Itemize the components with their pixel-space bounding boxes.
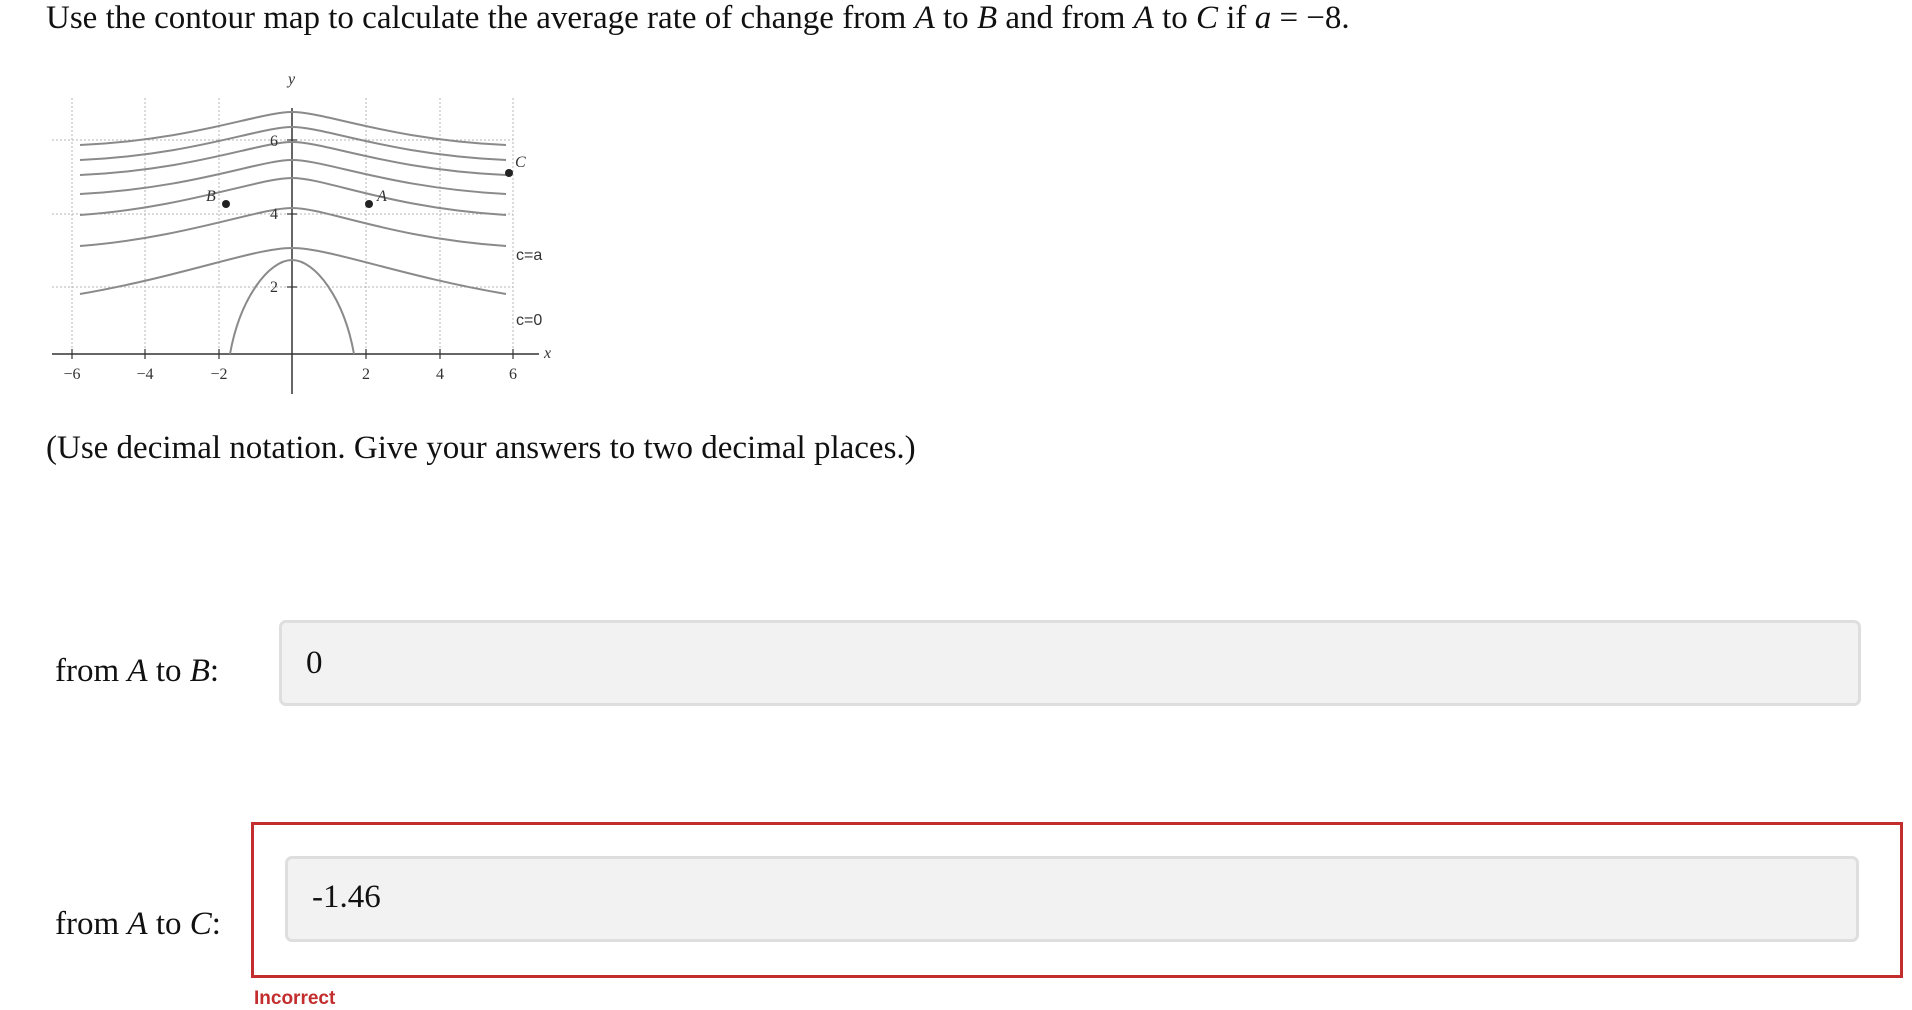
- answer-label-a-to-b: from A to B:: [55, 653, 220, 689]
- contour-curve-2: [79, 125, 507, 161]
- contour-curve-4: [79, 158, 507, 195]
- y-tick-label: 4: [270, 206, 278, 223]
- question-text: Use the contour map to calculate the ave…: [46, 0, 1350, 36]
- feedback-incorrect: Incorrect: [254, 988, 336, 1009]
- instruction-text: (Use decimal notation. Give your answers…: [46, 430, 916, 466]
- y-tick-label: 6: [270, 133, 278, 150]
- x-tick-label: 2: [362, 366, 370, 383]
- point-B-marker: [222, 200, 230, 208]
- answer-input-a-to-c[interactable]: -1.46: [285, 856, 1859, 942]
- contour-curve-3: [79, 140, 507, 176]
- contour-lines: [79, 110, 507, 355]
- point-C-marker: [505, 169, 513, 177]
- answer-input-a-to-b[interactable]: 0: [279, 620, 1861, 706]
- contour-map: y x B A C c=a c=0 −6 −4 −2 2 4 6 2 4 6: [52, 71, 551, 394]
- contour-curve-5: [79, 176, 507, 216]
- x-tick-label: −2: [210, 366, 227, 383]
- answer-value: 0: [306, 644, 323, 681]
- axes: [52, 108, 539, 394]
- point-A-marker: [365, 200, 373, 208]
- contour-label-a: c=a: [516, 247, 542, 264]
- point-B-label: B: [206, 188, 216, 205]
- answer-label-a-to-c: from A to C:: [55, 906, 221, 942]
- x-tick-label: 4: [436, 366, 444, 383]
- point-C-label: C: [515, 154, 526, 171]
- point-A-label: A: [376, 188, 387, 205]
- y-tick-label: 2: [270, 279, 278, 296]
- x-tick-label: −6: [63, 366, 80, 383]
- x-tick-label: 6: [509, 366, 517, 383]
- grid: [52, 98, 514, 354]
- y-axis-label: y: [286, 71, 296, 88]
- answer-value: -1.46: [312, 879, 381, 915]
- contour-label-0: c=0: [516, 312, 542, 329]
- x-tick-label: −4: [136, 366, 153, 383]
- x-axis-label: x: [543, 345, 551, 362]
